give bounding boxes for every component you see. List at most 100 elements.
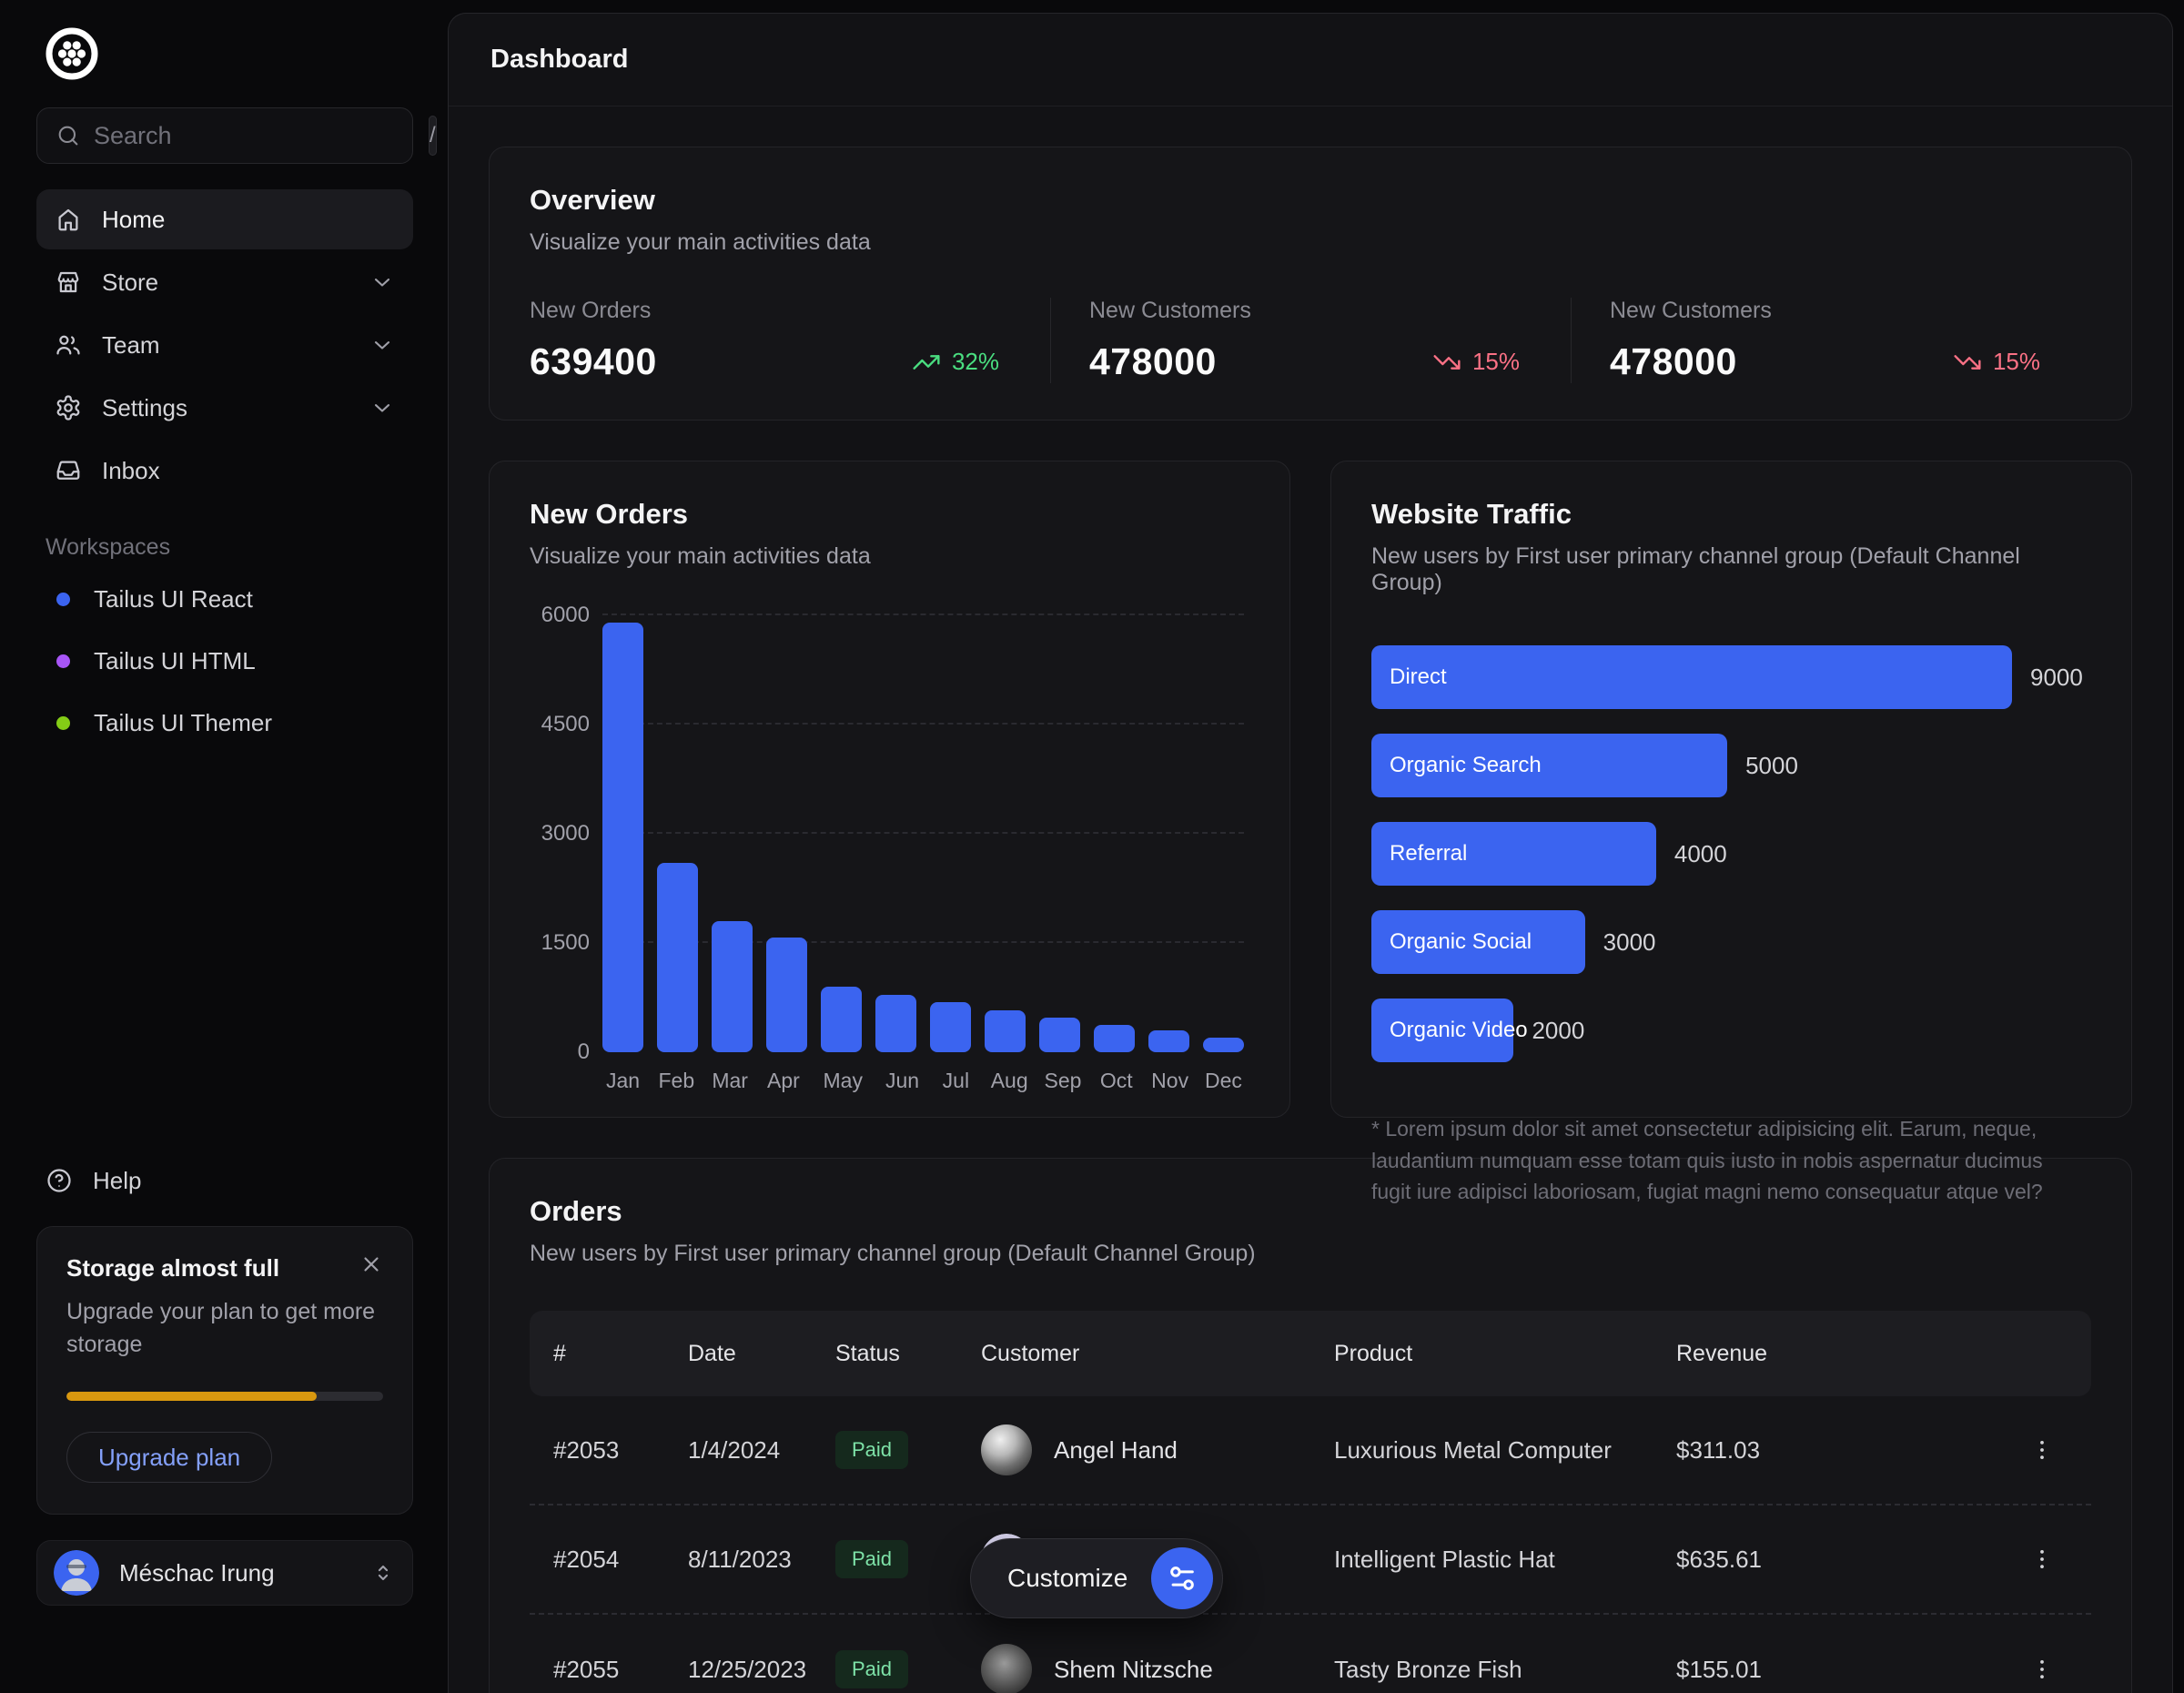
column-header-id: # (553, 1341, 688, 1367)
status-badge: Paid (835, 1650, 908, 1688)
y-axis-tick: 6000 (535, 603, 590, 628)
trending-down-icon (1953, 348, 1982, 377)
order-status: Paid (835, 1431, 981, 1469)
traffic-bar-value: 5000 (1745, 752, 1798, 780)
orders-subtitle: New users by First user primary channel … (530, 1241, 2091, 1267)
customer-name: Angel Hand (1054, 1436, 1178, 1465)
overview-title: Overview (530, 184, 2091, 217)
chevron-down-icon (369, 332, 395, 358)
sidebar-item-help[interactable]: Help (36, 1167, 413, 1195)
stat-3: New Customers47800015% (1571, 298, 2091, 383)
gridline (602, 941, 1244, 943)
sidebar-item-home[interactable]: Home (36, 189, 413, 249)
main-header: Dashboard (449, 14, 2172, 106)
gridline (602, 613, 1244, 615)
sidebar-item-label: Inbox (102, 457, 160, 485)
stat-label: New Orders (530, 298, 999, 324)
close-icon[interactable] (359, 1252, 383, 1276)
status-badge: Paid (835, 1431, 908, 1469)
new-orders-chart-card: New Orders Visualize your main activitie… (489, 461, 1290, 1118)
order-date: 12/25/2023 (688, 1656, 835, 1684)
app-logo[interactable] (44, 25, 102, 84)
sliders-icon (1151, 1547, 1213, 1609)
trend-down: 15% (1953, 348, 2040, 377)
trend-value: 15% (1993, 348, 2040, 376)
workspace-item[interactable]: Tailus UI HTML (36, 630, 413, 692)
storage-card: Storage almost full Upgrade your plan to… (36, 1226, 413, 1516)
x-axis-label: Sep (1043, 1069, 1084, 1093)
traffic-bar-row: Organic Search 5000 (1371, 734, 2091, 797)
sidebar-item-inbox[interactable]: Inbox (36, 441, 413, 501)
order-customer: Shem Nitzsche (981, 1644, 1334, 1693)
bar-dec (1203, 1038, 1244, 1052)
trending-down-icon (1432, 348, 1461, 377)
traffic-bar-value: 3000 (1603, 928, 1656, 957)
chevron-down-icon (369, 395, 395, 421)
x-axis-label: Aug (989, 1069, 1030, 1093)
workspace-label: Tailus UI React (94, 585, 253, 613)
stat-value: 478000 (1610, 340, 1737, 383)
x-axis-label: Jul (935, 1069, 976, 1093)
order-revenue: $155.01 (1676, 1656, 2017, 1684)
orders-table: #DateStatusCustomerProductRevenue #20531… (530, 1311, 2091, 1693)
overview-card: Overview Visualize your main activities … (489, 147, 2132, 421)
new-orders-chart-subtitle: Visualize your main activities data (530, 543, 1249, 570)
column-header-customer: Customer (981, 1341, 1334, 1367)
settings-icon (55, 394, 82, 421)
overview-subtitle: Visualize your main activities data (530, 229, 2091, 256)
traffic-bar-label: Organic Social (1390, 929, 1532, 955)
traffic-bar-label: Referral (1390, 841, 1467, 867)
traffic-bar-value: 9000 (2030, 664, 2083, 692)
chevrons-up-down-icon (370, 1560, 396, 1586)
traffic-bar-row: Organic Video2000 (1371, 999, 2091, 1062)
row-menu-icon[interactable] (2017, 1656, 2068, 1683)
sidebar-item-store[interactable]: Store (36, 252, 413, 312)
traffic-bar: Organic Search (1371, 734, 1727, 797)
bar-may (821, 987, 862, 1052)
workspace-dot (56, 654, 70, 668)
x-axis-label: Feb (656, 1069, 697, 1093)
bar-mar (712, 921, 753, 1052)
traffic-bar-label: Direct (1390, 664, 1447, 690)
x-axis-label: Dec (1203, 1069, 1244, 1093)
traffic-bar-value: 4000 (1674, 840, 1727, 868)
sidebar: / HomeStoreTeamSettingsInbox Workspaces … (0, 0, 448, 1638)
x-axis-label: May (816, 1069, 869, 1093)
sidebar-item-label: Store (102, 269, 158, 297)
help-icon (46, 1167, 73, 1194)
search-input[interactable] (81, 122, 429, 150)
order-id: #2053 (553, 1436, 688, 1465)
overview-stats: New Orders63940032%New Customers47800015… (530, 298, 2091, 383)
workspace-item[interactable]: Tailus UI Themer (36, 692, 413, 754)
x-axis-label: Mar (710, 1069, 751, 1093)
sidebar-item-team[interactable]: Team (36, 315, 413, 375)
upgrade-plan-button[interactable]: Upgrade plan (66, 1432, 272, 1483)
website-traffic-title: Website Traffic (1371, 498, 2091, 531)
sidebar-item-label: Team (102, 331, 160, 360)
chevron-down-icon (369, 269, 395, 295)
orders-card: Orders New users by First user primary c… (489, 1158, 2132, 1693)
order-status: Paid (835, 1540, 981, 1578)
user-name: Méschac Irung (119, 1559, 350, 1587)
trend-value: 32% (952, 348, 999, 376)
workspace-item[interactable]: Tailus UI React (36, 568, 413, 630)
x-axis-label: Oct (1096, 1069, 1137, 1093)
customize-button[interactable]: Customize (970, 1538, 1223, 1618)
row-menu-icon[interactable] (2017, 1546, 2068, 1573)
gridline (602, 832, 1244, 834)
trend-value: 15% (1472, 348, 1520, 376)
sidebar-item-settings[interactable]: Settings (36, 378, 413, 438)
stat-value-row: 478000 15% (1610, 340, 2040, 383)
stat-value: 478000 (1089, 340, 1217, 383)
inbox-icon (55, 457, 82, 484)
workspaces-label: Workspaces (46, 534, 413, 561)
row-menu-icon[interactable] (2017, 1436, 2068, 1464)
user-menu[interactable]: Méschac Irung (36, 1540, 413, 1606)
order-date: 8/11/2023 (688, 1546, 835, 1574)
x-axis-label: Jun (882, 1069, 923, 1093)
stat-value-row: 478000 15% (1089, 340, 1520, 383)
traffic-bar: Direct (1371, 645, 2012, 709)
bar-feb (657, 863, 698, 1052)
order-product: Tasty Bronze Fish (1334, 1656, 1676, 1684)
order-revenue: $311.03 (1676, 1436, 2017, 1465)
